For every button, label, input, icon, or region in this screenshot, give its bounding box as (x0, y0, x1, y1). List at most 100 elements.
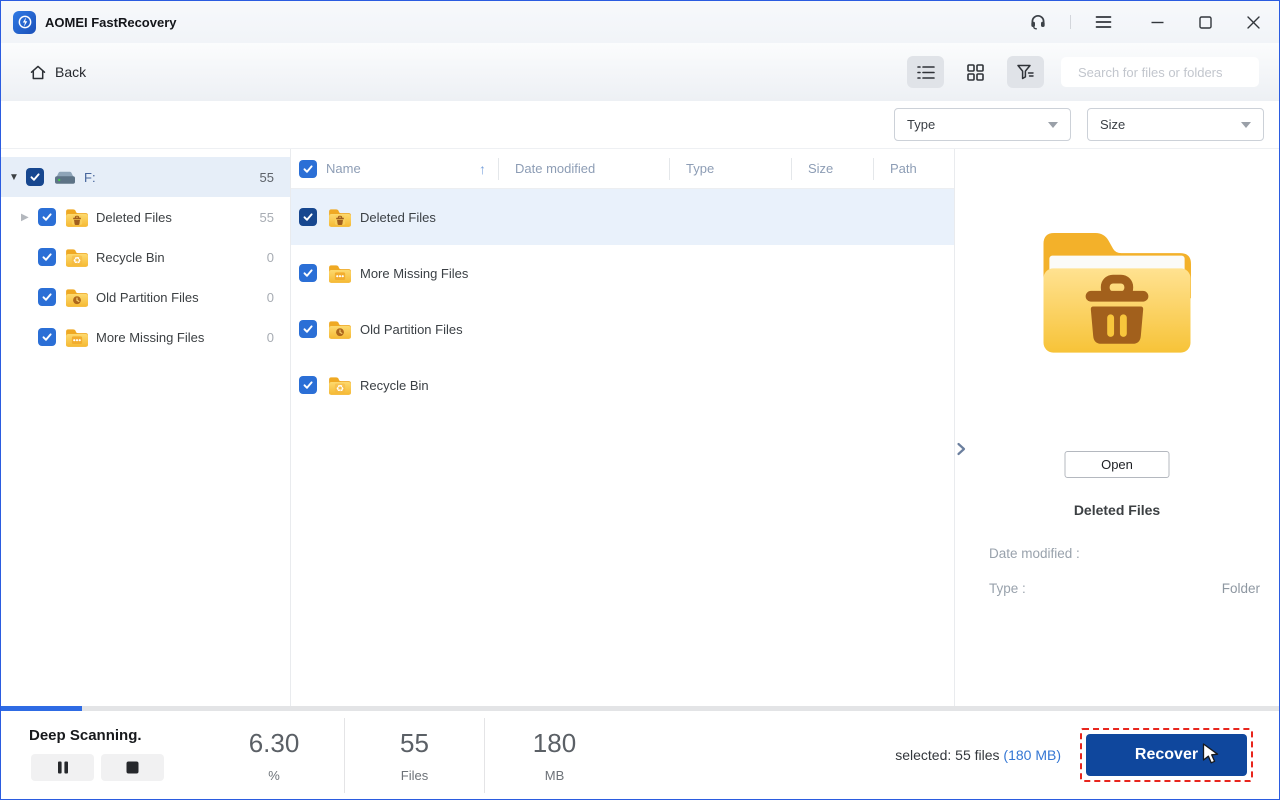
close-button[interactable] (1237, 7, 1269, 37)
folder-clock-icon (328, 319, 352, 339)
scan-stat: 55 Files (344, 717, 484, 793)
pause-scan-button[interactable] (31, 754, 94, 781)
checkbox-checked[interactable] (38, 288, 56, 306)
stop-icon (126, 761, 139, 774)
size-filter-label: Size (1100, 117, 1126, 132)
select-all-checkbox[interactable] (299, 159, 317, 178)
checkbox-checked[interactable] (299, 376, 317, 394)
sidebar-item[interactable]: ▼ F: 55 (1, 157, 290, 197)
recover-annotation-highlight: Recover (1080, 728, 1253, 782)
sort-ascending-icon[interactable]: ↑ (479, 161, 486, 177)
stat-unit: Files (400, 767, 429, 783)
checkbox-checked[interactable] (38, 208, 56, 226)
column-header-type[interactable]: Type (669, 157, 791, 180)
type-filter-label: Type (907, 117, 936, 132)
stat-unit: MB (544, 767, 565, 783)
app-title: AOMEI FastRecovery (45, 14, 177, 30)
back-label: Back (55, 64, 87, 80)
file-list-header: Name ↑ Date modified Type Size Path (291, 149, 954, 189)
menu-icon[interactable] (1087, 7, 1119, 37)
filter-button[interactable] (1007, 56, 1044, 88)
list-view-button[interactable] (907, 56, 944, 88)
folder-trash-icon (65, 207, 89, 227)
folder-preview-image (1019, 199, 1215, 374)
checkbox-checked[interactable] (299, 264, 317, 282)
stat-unit: % (268, 767, 280, 783)
stat-value: 55 (400, 727, 429, 758)
tree-expander-icon[interactable]: ▼ (9, 172, 26, 183)
support-headset-icon[interactable] (1022, 7, 1054, 37)
file-name: More Missing Files (360, 265, 469, 281)
back-button[interactable]: Back (29, 64, 86, 81)
sidebar-item[interactable]: More Missing Files 0 (1, 317, 290, 357)
sidebar-item[interactable]: Recycle Bin 0 (1, 237, 290, 277)
checkbox-checked[interactable] (38, 328, 56, 346)
pause-icon (57, 761, 68, 774)
app-window: AOMEI FastRecovery Back Search for files… (0, 0, 1280, 800)
sidebar-item-count: 0 (266, 249, 274, 265)
grid-view-button[interactable] (957, 56, 994, 88)
search-input[interactable] (1078, 64, 1254, 80)
chevron-down-icon (1241, 121, 1251, 128)
scan-stats: 6.30 % 55 Files 180 MB (204, 711, 624, 799)
file-name: Old Partition Files (360, 321, 463, 337)
chevron-down-icon (1048, 121, 1058, 128)
open-button[interactable]: Open (1064, 451, 1170, 478)
checkbox-checked[interactable] (38, 248, 56, 266)
sidebar-item-count: 55 (259, 209, 274, 225)
search-box[interactable] (1061, 57, 1259, 87)
folder-trash-icon (328, 207, 352, 227)
folder-dots-icon (328, 263, 352, 283)
minimize-button[interactable] (1141, 7, 1173, 37)
file-row[interactable]: Recycle Bin (291, 357, 954, 413)
recover-button[interactable]: Recover (1086, 734, 1247, 776)
file-row[interactable]: More Missing Files (291, 245, 954, 301)
sidebar-item[interactable]: Old Partition Files 0 (1, 277, 290, 317)
sidebar-tree: ▼ F: 55 ▶ Deleted Files 55 Recycle Bin 0… (1, 149, 291, 706)
type-filter-dropdown[interactable]: Type (894, 108, 1071, 141)
scan-status-text: Deep Scanning. (29, 727, 142, 744)
folder-recycle-icon (328, 375, 352, 395)
size-filter-dropdown[interactable]: Size (1087, 108, 1264, 141)
collapse-panel-chevron-icon[interactable] (956, 442, 966, 461)
filter-row: Type Size (1, 101, 1279, 149)
file-row[interactable]: Deleted Files (291, 189, 954, 245)
folder-recycle-icon (65, 247, 89, 267)
selected-size: (180 MB) (1003, 747, 1061, 763)
date-modified-label: Date modified : (989, 546, 1080, 561)
selected-summary: selected: 55 files (180 MB) (895, 747, 1061, 763)
column-header-path[interactable]: Path (873, 157, 954, 180)
sidebar-item-label: F: (84, 169, 96, 185)
mouse-cursor-icon (1202, 743, 1221, 770)
file-list: Name ↑ Date modified Type Size Path Dele… (291, 149, 954, 706)
sidebar-item-count: 55 (259, 169, 274, 185)
sidebar-item-label: Deleted Files (96, 209, 172, 225)
stat-value: 6.30 (248, 727, 300, 758)
checkbox-checked[interactable] (26, 168, 44, 186)
checkbox-checked[interactable] (299, 320, 317, 338)
preview-file-name: Deleted Files (1073, 502, 1161, 518)
file-name: Deleted Files (360, 209, 436, 225)
scan-stat: 180 MB (484, 717, 624, 793)
column-header-size[interactable]: Size (791, 157, 873, 180)
list-view-icon (916, 65, 935, 79)
column-header-name[interactable]: Name (326, 161, 361, 176)
filter-icon (1017, 64, 1034, 79)
column-header-date-modified[interactable]: Date modified (498, 157, 669, 180)
maximize-button[interactable] (1189, 7, 1221, 37)
titlebar: AOMEI FastRecovery (1, 1, 1279, 43)
home-icon (30, 65, 46, 79)
sidebar-item-label: Recycle Bin (96, 249, 165, 265)
folder-dots-icon (65, 327, 89, 347)
type-label: Type : (989, 581, 1026, 596)
stop-scan-button[interactable] (101, 754, 164, 781)
sidebar-item-label: More Missing Files (96, 329, 205, 345)
checkbox-checked[interactable] (299, 208, 317, 226)
app-logo-icon (13, 10, 36, 34)
sidebar-item-count: 0 (266, 329, 274, 345)
type-value: Folder (1221, 581, 1260, 596)
tree-expander-icon[interactable]: ▶ (21, 212, 38, 223)
file-row[interactable]: Old Partition Files (291, 301, 954, 357)
content-area: ▼ F: 55 ▶ Deleted Files 55 Recycle Bin 0… (1, 149, 1279, 706)
sidebar-item[interactable]: ▶ Deleted Files 55 (1, 197, 290, 237)
